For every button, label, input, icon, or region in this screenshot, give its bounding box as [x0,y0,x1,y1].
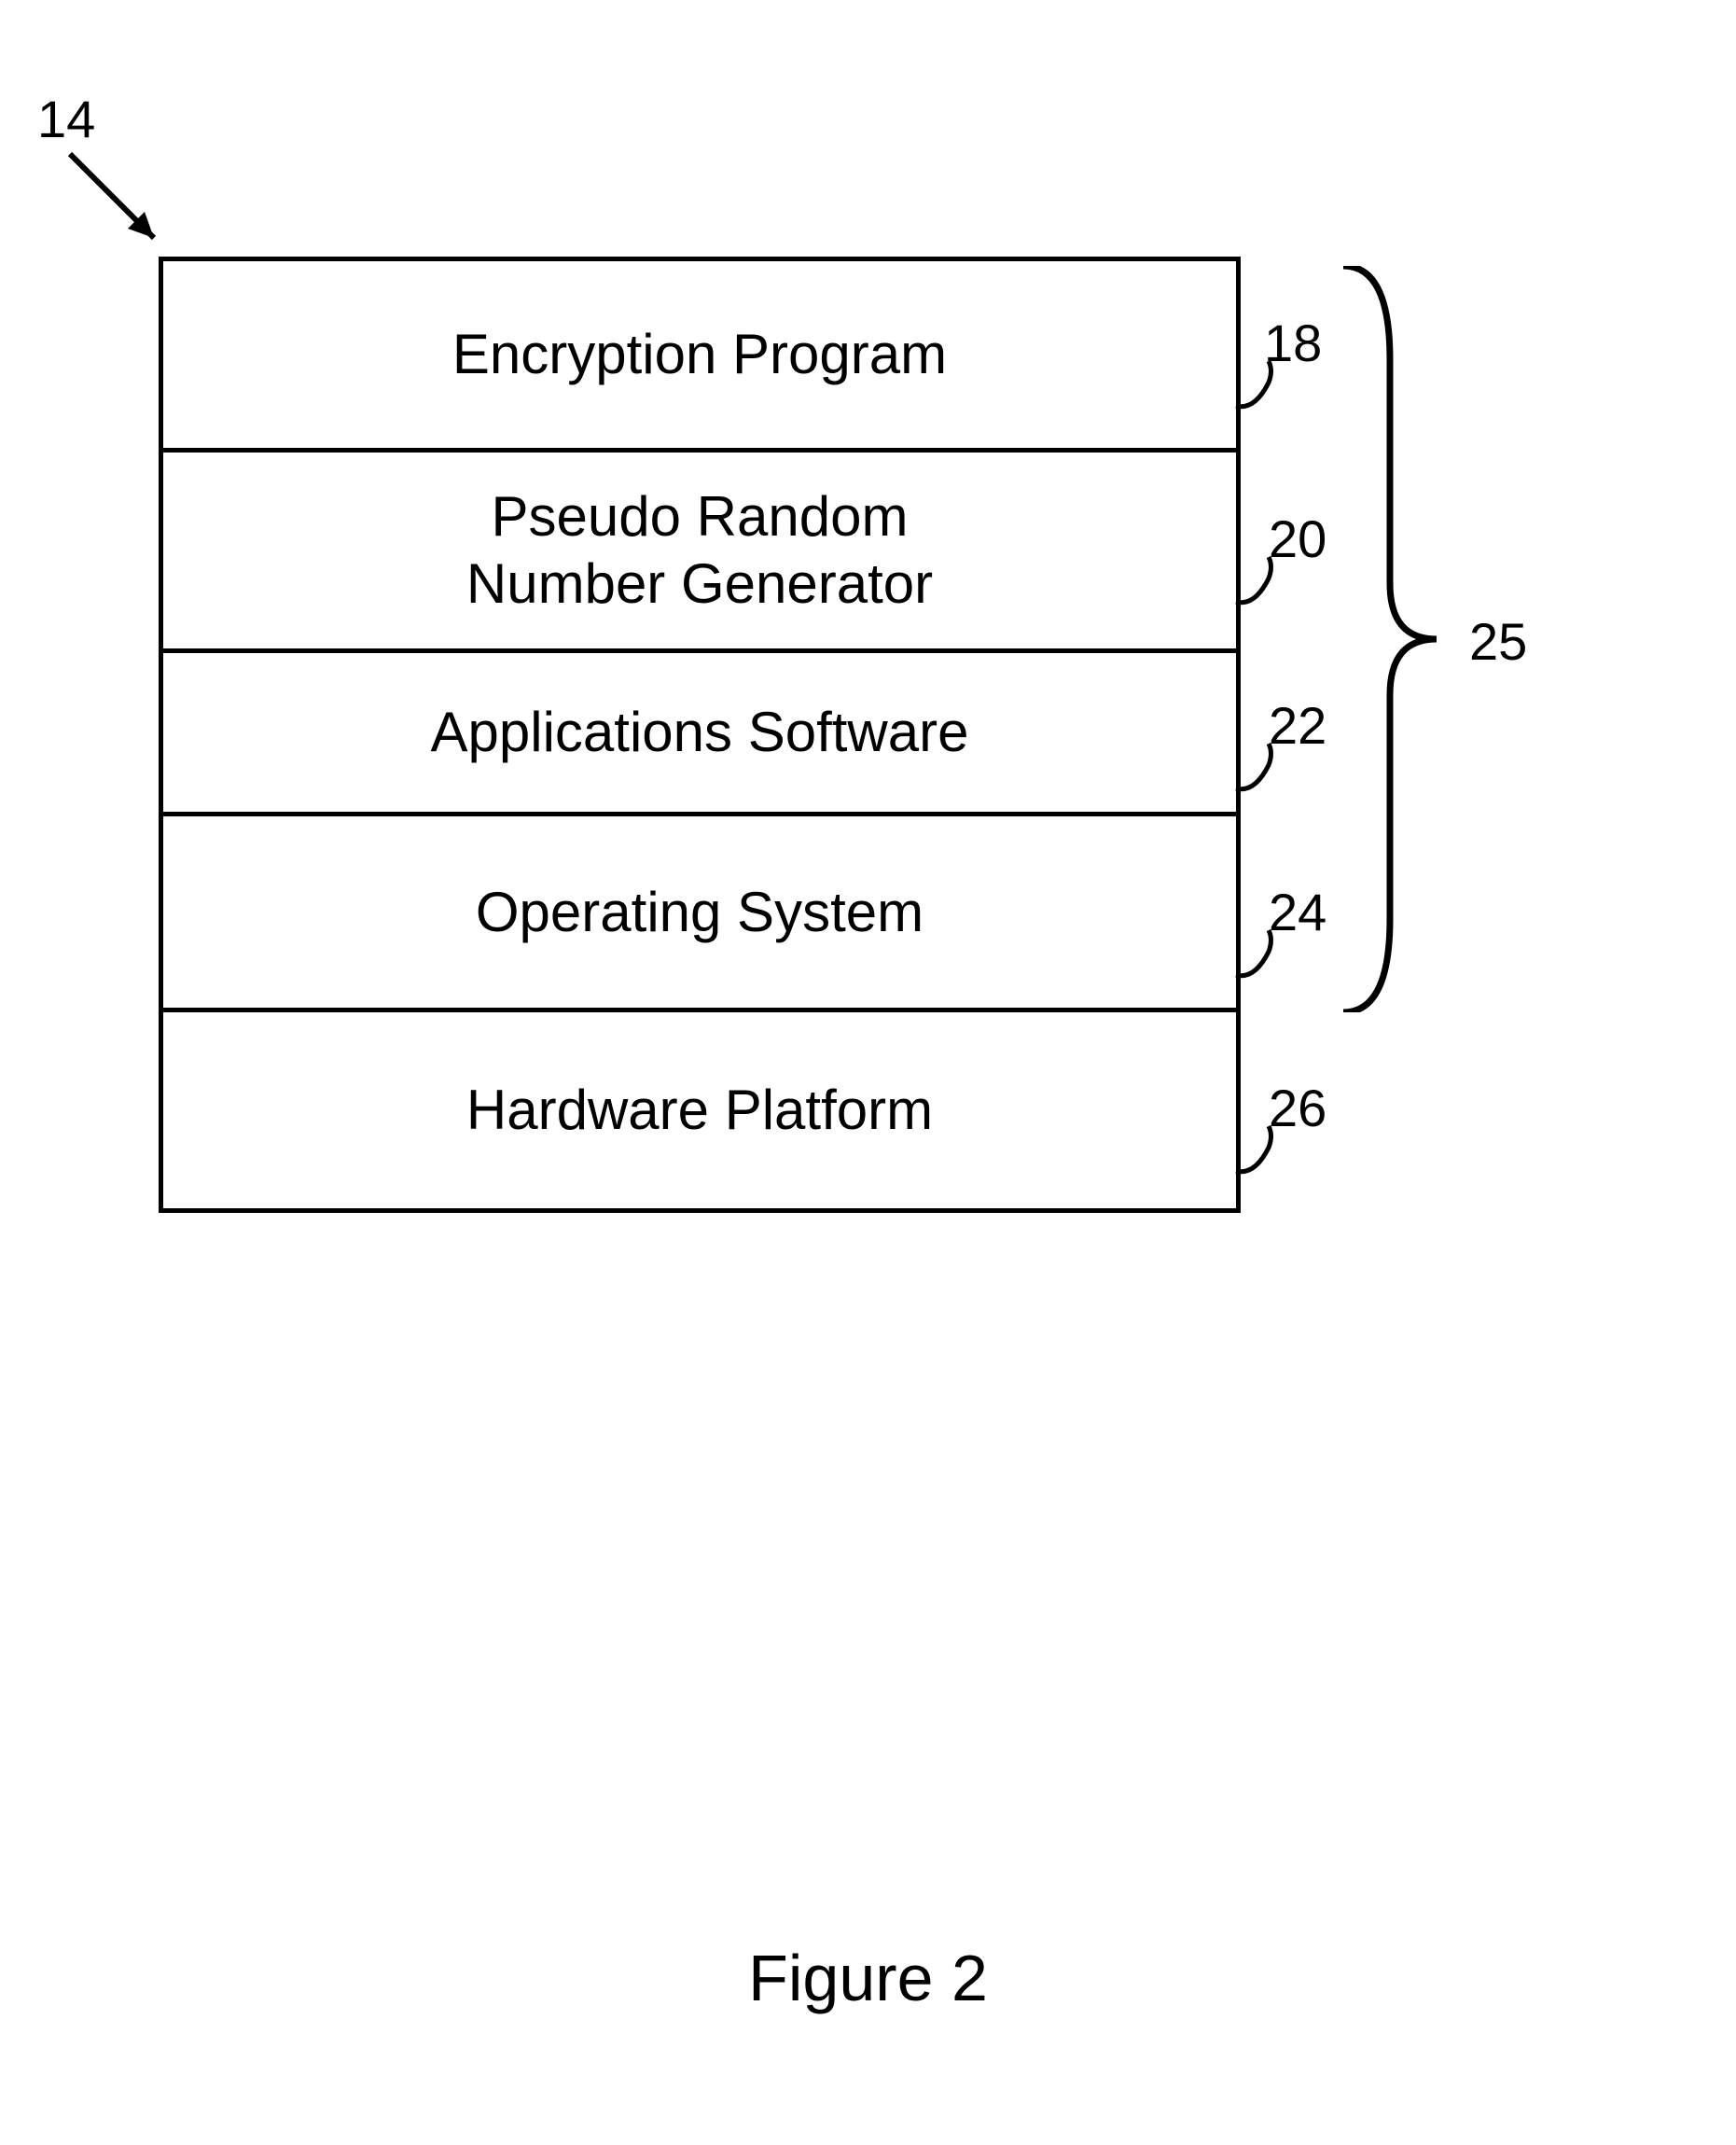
layer-prng-label: Pseudo Random Number Generator [466,483,933,618]
layer-operating-system: Operating System [163,816,1236,1012]
hook-22 [1231,742,1287,793]
brace-software-layers [1334,266,1446,1012]
layer-hardware-platform: Hardware Platform [163,1012,1236,1208]
hook-26 [1231,1124,1287,1176]
layer-hw-label: Hardware Platform [466,1077,933,1144]
layer-prng: Pseudo Random Number Generator [163,453,1236,653]
software-stack: Encryption Program Pseudo Random Number … [159,257,1241,1213]
arrow-to-stack [61,145,182,266]
hook-20 [1231,555,1287,606]
ref-label-14: 14 [37,89,95,149]
figure-caption: Figure 2 [0,1941,1736,2015]
hook-24 [1231,928,1287,980]
layer-os-label: Operating System [476,879,924,946]
layer-encryption-program: Encryption Program [163,261,1236,453]
hook-18 [1231,359,1287,411]
layer-apps-label: Applications Software [431,699,969,766]
layer-encryption-label: Encryption Program [452,321,947,388]
layer-applications-software: Applications Software [163,653,1236,816]
diagram-canvas: 14 Encryption Program Pseudo Random Numb… [0,0,1736,2145]
ref-label-25: 25 [1469,611,1527,672]
